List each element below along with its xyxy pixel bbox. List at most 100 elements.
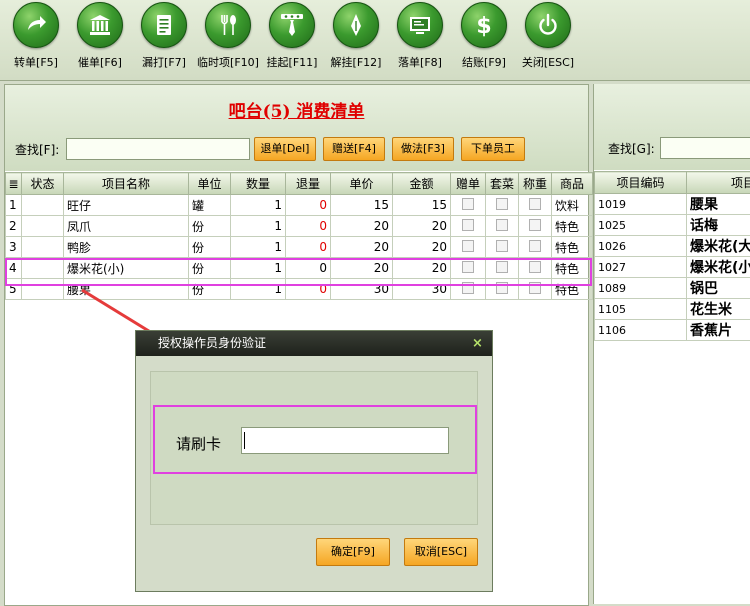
table-row[interactable]: 1089锅巴 [595,278,750,299]
svg-text:$: $ [476,14,491,38]
column-header[interactable]: 金额 [393,173,451,195]
column-header[interactable]: 赠单 [451,173,486,195]
rush-order-button[interactable]: 催单[F6] [68,2,132,70]
column-header[interactable]: 项目编码 [595,172,687,194]
column-header[interactable]: 数量 [231,173,286,195]
set-meal-checkbox[interactable] [496,282,508,294]
table-row[interactable]: 1 旺仔 罐 1 0 15 15 饮料 [6,195,593,216]
table-row[interactable]: 4 爆米花(小) 份 1 0 20 20 特色 [6,258,593,279]
table-row[interactable]: 1105花生米 [595,299,750,320]
table-row[interactable]: 1027爆米花(小 [595,257,750,278]
table-row[interactable]: 2 凤爪 份 1 0 20 20 特色 [6,216,593,237]
order-search-input[interactable] [66,138,250,160]
item-price: 20 [331,258,393,279]
confirm-button[interactable]: 确定[F9] [316,538,390,566]
column-header[interactable]: 状态 [22,173,64,195]
temporary-item-button[interactable]: 临时项[F10] [196,2,260,70]
table-row[interactable]: 5 腰果 份 1 0 30 30 特色 [6,279,593,300]
menu-search-input[interactable] [660,137,750,159]
menu-table: 项目编码 项目 1019腰果 1025话梅 1026爆米花(大 1027爆米花(… [594,171,750,341]
item-category: 特色 [552,237,593,258]
dialog-titlebar[interactable]: 授权操作员身份验证 × [136,331,492,356]
menu-item-name: 话梅 [687,215,750,236]
column-header[interactable]: 单价 [331,173,393,195]
row-status [22,237,64,258]
menu-panel-header: 查找[G]: [594,84,750,170]
gift-checkbox[interactable] [462,282,474,294]
menu-item-code: 1027 [595,257,687,278]
transfer-order-button[interactable]: 转单[F5] [4,2,68,70]
weigh-checkbox[interactable] [529,282,541,294]
column-header[interactable]: 称重 [519,173,552,195]
table-row[interactable]: 1106香蕉片 [595,320,750,341]
table-row[interactable]: 1025话梅 [595,215,750,236]
weigh-checkbox[interactable] [529,261,541,273]
table-row[interactable]: 1019腰果 [595,194,750,215]
refund-item-button[interactable]: 退单[Del] [254,137,316,161]
menu-item-code: 1026 [595,236,687,257]
menu-table-header: 项目编码 项目 [595,172,750,194]
item-amount: 20 [393,258,451,279]
order-panel-header: 吧台(5) 消费清单 查找[F]: 退单[Del] 赠送[F4] 做法[F3] … [5,85,588,171]
item-amount: 15 [393,195,451,216]
menu-item-name: 腰果 [687,194,750,215]
row-number: 1 [6,195,22,216]
close-icon[interactable]: × [472,331,483,356]
menu-item-code: 1105 [595,299,687,320]
pen-nib-icon [333,2,379,48]
menu-item-code: 1019 [595,194,687,215]
gift-checkbox[interactable] [462,240,474,252]
close-button[interactable]: 关闭[ESC] [516,2,580,70]
item-price: 20 [331,237,393,258]
column-header[interactable]: 商品 [552,173,593,195]
item-qty: 1 [231,258,286,279]
row-status [22,258,64,279]
row-number: 2 [6,216,22,237]
set-meal-checkbox[interactable] [496,261,508,273]
table-row[interactable]: 1026爆米花(大 [595,236,750,257]
weigh-checkbox[interactable] [529,240,541,252]
menu-item-code: 1089 [595,278,687,299]
table-row[interactable]: 3 鸭胗 份 1 0 20 20 特色 [6,237,593,258]
column-header[interactable]: 退量 [286,173,331,195]
menu-search-label: 查找[G]: [608,140,655,157]
set-meal-checkbox[interactable] [496,240,508,252]
fork-spoon-icon [205,2,251,48]
set-meal-checkbox[interactable] [496,219,508,231]
power-icon [525,2,571,48]
order-staff-button[interactable]: 下单员工 [461,137,525,161]
item-amount: 20 [393,237,451,258]
toolbar-label: 落单[F8] [388,54,452,70]
item-category: 特色 [552,258,593,279]
reprint-missed-button[interactable]: 漏打[F7] [132,2,196,70]
set-meal-checkbox[interactable] [496,198,508,210]
cancel-button[interactable]: 取消[ESC] [404,538,478,566]
swipe-card-label: 请刷卡 [176,433,221,454]
menu-item-name: 花生米 [687,299,750,320]
resume-button[interactable]: 解挂[F12] [324,2,388,70]
column-header[interactable]: ≣ [6,173,22,195]
gift-checkbox[interactable] [462,219,474,231]
weigh-checkbox[interactable] [529,198,541,210]
item-amount: 30 [393,279,451,300]
column-header[interactable]: 套菜 [486,173,519,195]
checkout-button[interactable]: $ 结账[F9] [452,2,516,70]
gift-item-button[interactable]: 赠送[F4] [323,137,385,161]
place-order-button[interactable]: 落单[F8] [388,2,452,70]
menu-item-name: 爆米花(大 [687,236,750,257]
weigh-checkbox[interactable] [529,219,541,231]
dialog-title: 授权操作员身份验证 [158,331,266,356]
item-price: 30 [331,279,393,300]
item-name: 凤爪 [64,216,189,237]
suspend-button[interactable]: 挂起[F11] [260,2,324,70]
cooking-method-button[interactable]: 做法[F3] [392,137,454,161]
menu-item-name: 香蕉片 [687,320,750,341]
card-input[interactable] [241,427,449,454]
bank-icon [77,2,123,48]
column-header[interactable]: 项目 [687,172,750,194]
gift-checkbox[interactable] [462,198,474,210]
gift-checkbox[interactable] [462,261,474,273]
column-header[interactable]: 单位 [189,173,231,195]
item-returned-qty: 0 [286,216,331,237]
column-header[interactable]: 项目名称 [64,173,189,195]
